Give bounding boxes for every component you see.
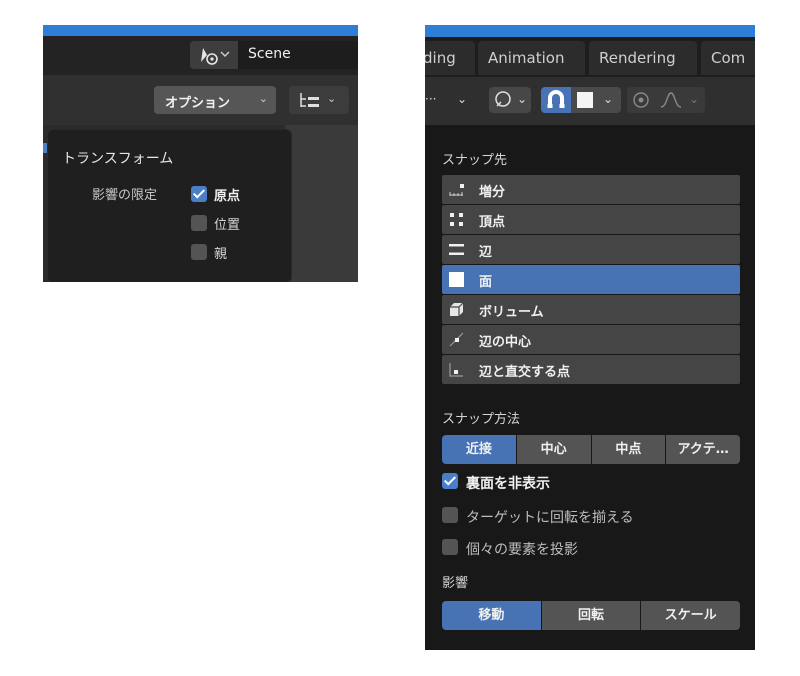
chevron-down-icon: ⌄: [457, 92, 468, 106]
item-label: 頂点: [479, 215, 506, 230]
volume-icon: [450, 302, 464, 316]
affect-move[interactable]: 移動: [442, 601, 541, 630]
snap-toggle-button[interactable]: [541, 87, 571, 113]
checkbox-unchecked[interactable]: [442, 539, 458, 555]
outliner-filter-icon: [300, 93, 319, 107]
option-label: ターゲットに回転を揃える: [466, 510, 634, 526]
option-label: 原点: [214, 189, 241, 204]
face-icon: [449, 272, 464, 287]
transform-options-popup: トランスフォーム 影響の限定 原点 位置 親: [47, 129, 292, 282]
tab-label: Animation: [488, 49, 565, 67]
falloff-dropdown[interactable]: ⌄: [655, 87, 705, 113]
tab-label: Com: [711, 49, 746, 67]
scene-name-field[interactable]: Scene: [238, 41, 358, 69]
scene-name: Scene: [248, 46, 291, 62]
workspace-tabs: ding Animation Rendering Com: [425, 37, 755, 77]
checkbox-unchecked[interactable]: [442, 507, 458, 523]
face-icon: [577, 92, 593, 108]
snap-target-dropdown[interactable]: ⌄: [571, 87, 621, 113]
affect-selector: 移動 回転 スケール: [442, 601, 741, 630]
transform-pivot-button[interactable]: ⌄: [489, 87, 531, 113]
pivot-dropdown[interactable]: ··· ⌄: [425, 87, 479, 113]
snap-to-volume[interactable]: ボリューム: [442, 295, 740, 324]
item-label: 辺の中心: [479, 335, 532, 350]
item-label: 辺と直交する点: [479, 365, 571, 380]
affect-title: 影響: [442, 576, 469, 591]
checkbox-checked[interactable]: [442, 473, 458, 489]
edge-icon: [449, 244, 464, 255]
snap-with-center[interactable]: 中心: [516, 435, 591, 464]
magnet-icon: [547, 90, 565, 108]
snap-to-edge[interactable]: 辺: [442, 235, 740, 264]
vertex-icon: [450, 213, 463, 226]
tab-rendering[interactable]: Rendering: [589, 41, 697, 75]
chevron-down-icon: ⌄: [258, 92, 268, 105]
snapping-panel-screenshot: ding Animation Rendering Com ··· ⌄ ⌄ ⌄ ⌄…: [425, 25, 755, 650]
tab-animation[interactable]: Animation: [478, 41, 585, 75]
snapping-toolbar: ··· ⌄ ⌄ ⌄ ⌄: [425, 77, 755, 125]
item-label: 増分: [479, 185, 506, 200]
snap-to-list: 増分 頂点 辺 面 ボリューム 辺の中心 辺と直交する点: [442, 175, 740, 385]
option-label: 親: [214, 247, 228, 262]
viewport-header: オプション ⌄ ⌄: [43, 75, 358, 125]
snap-with-closest[interactable]: 近接: [442, 435, 516, 464]
edge-center-icon: [449, 332, 464, 347]
top-bar: Scene: [43, 36, 358, 75]
tab-compositing[interactable]: Com: [701, 41, 755, 75]
affect-rotate[interactable]: 回転: [541, 601, 641, 630]
option-label: 個々の要素を投影: [466, 542, 578, 558]
proportional-edit-button[interactable]: [627, 87, 655, 113]
chevron-down-icon: ⌄: [603, 92, 614, 106]
item-label: ボリューム: [479, 305, 544, 320]
background-panel: [285, 125, 358, 282]
tab-shading[interactable]: ding: [425, 41, 475, 75]
snap-to-title: スナップ先: [442, 153, 508, 168]
popup-title: トランスフォーム: [62, 151, 174, 167]
snapping-popup: スナップ先 増分 頂点 辺 面 ボリューム 辺の中心 辺と直交する点 スナップ方…: [425, 125, 755, 650]
option-label: 裏面を非表示: [466, 476, 550, 492]
snap-with-median[interactable]: 中点: [591, 435, 666, 464]
scene-icon: [201, 48, 230, 65]
falloff-curve-icon: [660, 92, 682, 108]
affect-scale[interactable]: スケール: [641, 601, 741, 630]
snap-with-title: スナップ方法: [442, 412, 521, 427]
options-label: オプション: [165, 96, 231, 111]
options-panel-screenshot: Scene オプション ⌄ ⌄ トランスフォーム 影響の限定 原点 位置 親: [43, 25, 358, 282]
increment-icon: [449, 184, 464, 196]
proportional-edit-icon: [633, 92, 649, 108]
affect-only-label: 影響の限定: [92, 188, 158, 203]
snap-to-vertex[interactable]: 頂点: [442, 205, 740, 234]
snap-to-edge-center[interactable]: 辺の中心: [442, 325, 740, 354]
chevron-down-icon: ⌄: [517, 92, 528, 106]
dots-label: ···: [425, 92, 437, 106]
view-filter-button[interactable]: ⌄: [289, 86, 349, 114]
edge-perpendicular-icon: [449, 363, 463, 377]
title-bar: [425, 25, 755, 37]
tab-label: Rendering: [599, 49, 676, 67]
link-icon: [495, 91, 511, 107]
options-dropdown-button[interactable]: オプション ⌄: [154, 86, 276, 114]
checkbox-unchecked[interactable]: [191, 244, 207, 260]
tab-label: ding: [425, 49, 456, 67]
chevron-down-icon: ⌄: [689, 92, 700, 106]
item-label: 面: [479, 275, 493, 290]
snap-with-active[interactable]: アクテ…: [666, 435, 740, 464]
snap-to-increment[interactable]: 増分: [442, 175, 740, 204]
option-label: 位置: [214, 218, 241, 233]
checkbox-unchecked[interactable]: [191, 215, 207, 231]
title-bar: [43, 25, 358, 36]
snap-to-edge-perpendicular[interactable]: 辺と直交する点: [442, 355, 740, 384]
chevron-down-icon: ⌄: [327, 92, 337, 105]
item-label: 辺: [479, 245, 493, 260]
scene-selector-button[interactable]: [190, 41, 238, 69]
snap-to-face[interactable]: 面: [442, 265, 740, 294]
checkbox-checked[interactable]: [191, 186, 207, 202]
snap-with-selector: 近接 中心 中点 アクテ…: [442, 435, 740, 464]
